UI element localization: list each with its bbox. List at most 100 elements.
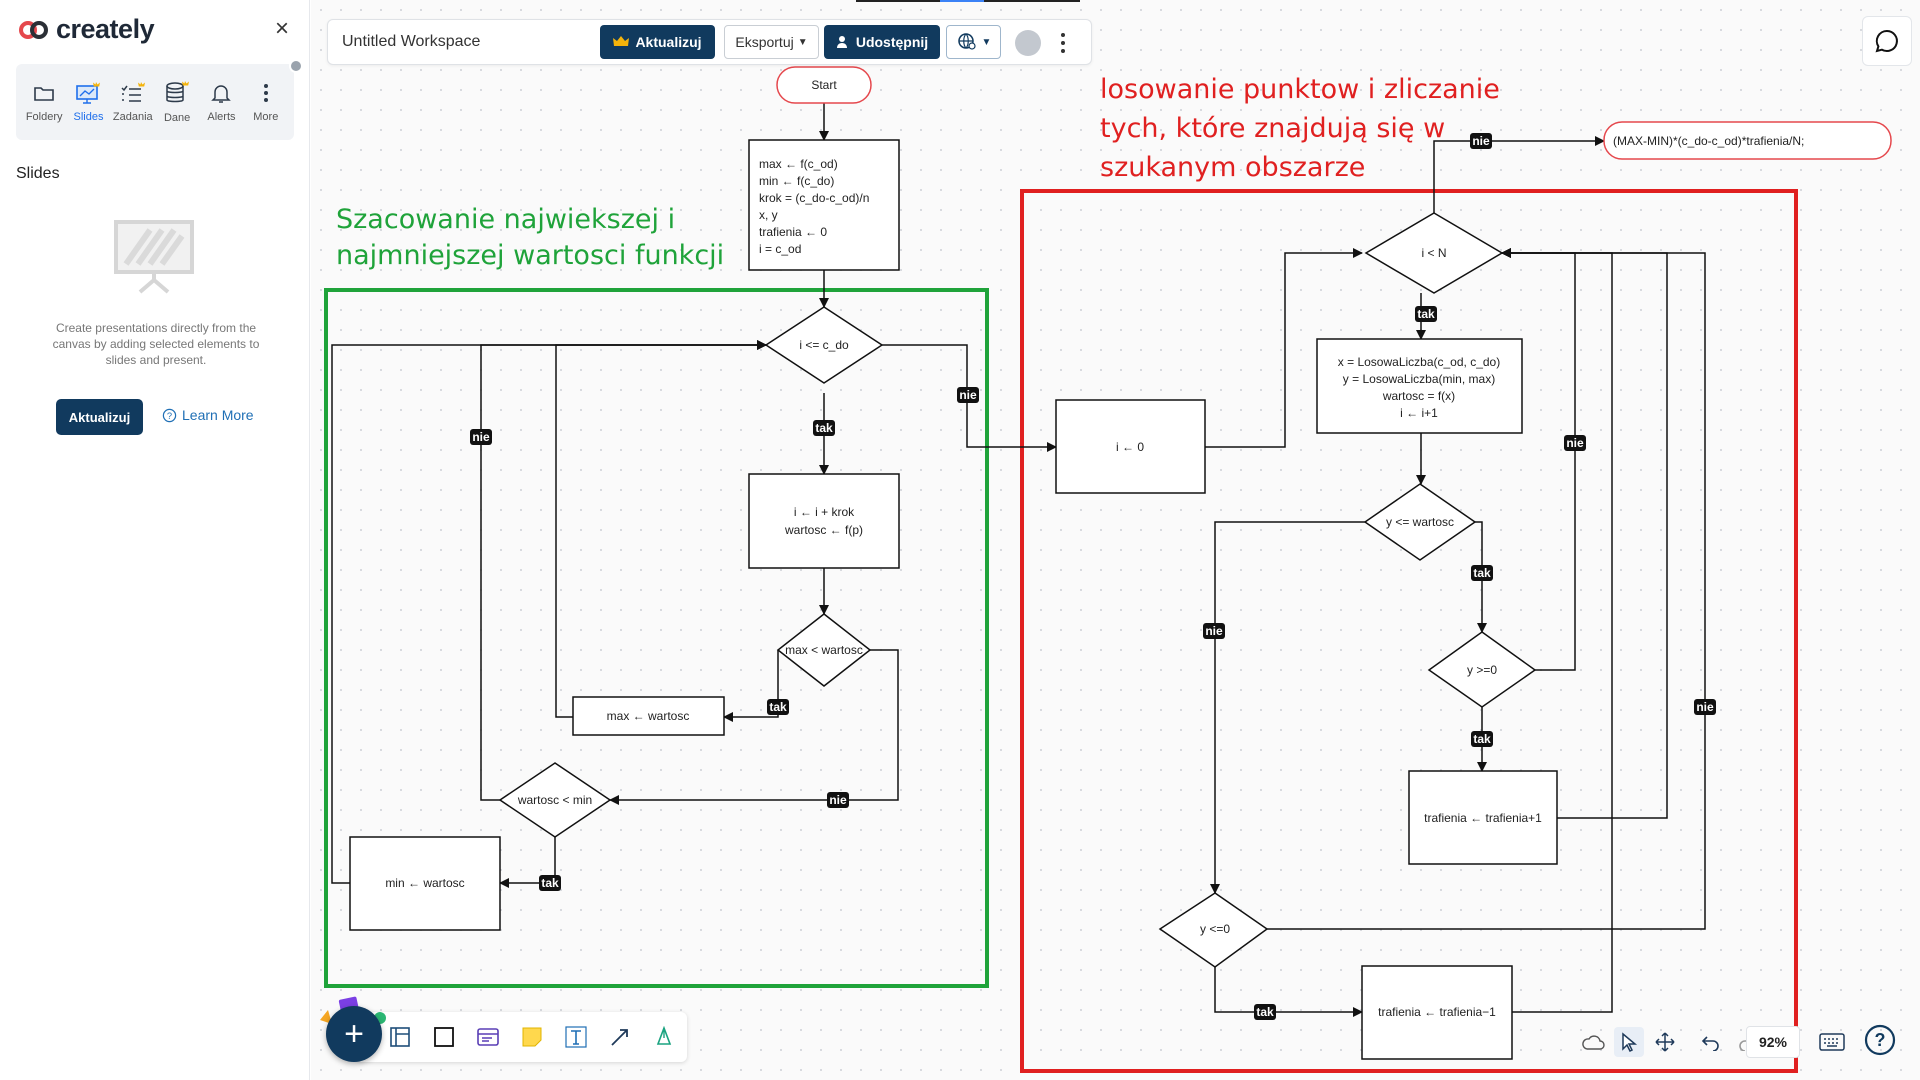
min-decision[interactable]: wartosc < min [498, 762, 612, 838]
user-avatar[interactable] [1015, 30, 1041, 56]
export-button[interactable]: Eksportuj ▼ [724, 25, 819, 59]
upgrade-button[interactable]: Aktualizuj [600, 25, 715, 59]
init-line: min ← f(c_do) [759, 174, 834, 188]
share-label: Udostępnij [855, 34, 929, 50]
undo-button[interactable] [1696, 1027, 1726, 1057]
loop-decision-label: i <= c_do [799, 338, 849, 352]
green-annotation-line-2: najmniejszej wartosci funkcji [336, 240, 724, 271]
export-label: Eksportuj [735, 34, 794, 50]
pen-tool[interactable] [649, 1022, 679, 1052]
svg-text:nie: nie [1472, 134, 1490, 148]
svg-text:tak: tak [769, 700, 787, 714]
label-nie-outer: nie [1470, 133, 1492, 149]
init-line: trafienia ← 0 [759, 225, 827, 239]
shape-toolbar [355, 1012, 687, 1062]
label-nie-loop: nie [957, 387, 979, 403]
result-label: (MAX-MIN)*(c_do-c_od)*trafienia/N; [1613, 134, 1804, 148]
pointer-icon [1622, 1032, 1638, 1052]
outer-decision[interactable]: i < N [1364, 212, 1504, 294]
start-terminal[interactable]: Start [776, 66, 872, 104]
init-process-box[interactable]: max ← f(c_od) min ← f(c_do) krok = (c_do… [748, 139, 900, 271]
label-tak-yge0: tak [1471, 731, 1493, 747]
init-line: max ← f(c_od) [759, 157, 838, 171]
increment-box[interactable]: trafienia ← trafienia+1 [1408, 770, 1558, 865]
template-tool[interactable] [385, 1022, 415, 1052]
init-line: i = c_od [759, 242, 801, 256]
label-nie-yge0: nie [1564, 435, 1586, 451]
keyboard-icon [1819, 1033, 1845, 1051]
crown-icon [613, 36, 630, 46]
y-le-wartosc-label: y <= wartosc [1386, 515, 1454, 529]
outer-decision-label: i < N [1421, 246, 1446, 260]
y-ge-0-label: y >=0 [1467, 663, 1497, 677]
red-annotation-line-2: tych, które znajdują się w [1100, 113, 1445, 144]
y-le-wartosc-decision[interactable]: y <= wartosc [1363, 483, 1477, 561]
rectangle-tool[interactable] [429, 1022, 459, 1052]
label-nie-yle0: nie [1694, 699, 1716, 715]
comments-button[interactable] [1862, 16, 1912, 66]
decrement-label: trafienia ← trafienia−1 [1378, 1005, 1496, 1019]
random-process-box[interactable]: x = LosowaLiczba(c_od, c_do) y = LosowaL… [1316, 338, 1523, 434]
share-button[interactable]: Udostępnij [824, 25, 940, 59]
pan-tool-button[interactable] [1650, 1027, 1680, 1057]
card-tool[interactable] [473, 1022, 503, 1052]
max-assign-label: max ← wartosc [607, 709, 690, 723]
red-annotation-line-1: losowanie punktow i zliczanie [1100, 74, 1500, 105]
step-process-box[interactable]: i ← i + krok wartosc ← f(p) [748, 473, 900, 569]
green-annotation-line-1: Szacowanie najwiekszej i [336, 204, 675, 235]
label-tak-outer: tak [1415, 306, 1437, 322]
help-icon: ? [1864, 1024, 1896, 1056]
text-icon [565, 1026, 587, 1048]
add-shape-button[interactable]: + [326, 1006, 382, 1062]
select-tool-button[interactable] [1614, 1027, 1644, 1057]
step-line: i ← i + krok [794, 505, 855, 519]
keyboard-shortcuts-button[interactable] [1815, 1026, 1849, 1058]
y-ge-0-decision[interactable]: y >=0 [1427, 631, 1537, 708]
sticky-note-tool[interactable] [517, 1022, 547, 1052]
globe-user-icon [957, 33, 976, 50]
result-terminal[interactable]: (MAX-MIN)*(c_do-c_od)*trafienia/N; [1603, 121, 1892, 160]
random-line: i ← i+1 [1400, 406, 1438, 420]
svg-text:tak: tak [815, 421, 833, 435]
zoom-level[interactable]: 92% [1746, 1026, 1800, 1058]
workspace-title[interactable]: Untitled Workspace [342, 33, 480, 51]
plus-icon: + [344, 1014, 364, 1053]
max-assign-box[interactable]: max ← wartosc [572, 696, 725, 736]
svg-text:tak: tak [1473, 732, 1491, 746]
step-line: wartosc ← f(p) [784, 523, 863, 537]
min-assign-box[interactable]: min ← wartosc [349, 836, 501, 931]
max-decision-label: max < wartosc [785, 643, 863, 657]
comment-icon [1875, 29, 1898, 53]
caret-down-icon: ▼ [981, 36, 992, 48]
init-line: x, y [759, 208, 778, 222]
text-tool[interactable] [561, 1022, 591, 1052]
y-le-0-decision[interactable]: y <=0 [1158, 892, 1269, 968]
loop-decision[interactable]: i <= c_do [764, 306, 884, 384]
min-decision-label: wartosc < min [517, 793, 592, 807]
user-plus-icon [836, 36, 847, 48]
svg-text:nie: nie [829, 793, 847, 807]
cloud-sync-button[interactable] [1578, 1027, 1608, 1057]
cloud-icon [1582, 1035, 1605, 1050]
undo-icon [1701, 1036, 1719, 1051]
pen-icon [656, 1026, 672, 1045]
svg-text:nie: nie [1205, 624, 1223, 638]
start-label: Start [811, 78, 837, 92]
max-decision[interactable]: max < wartosc [776, 613, 872, 687]
bottom-right-toolbar [1578, 1022, 1762, 1062]
connector-tool[interactable] [605, 1022, 635, 1052]
decrement-box[interactable]: trafienia ← trafienia−1 [1361, 965, 1513, 1060]
card-icon [477, 1028, 499, 1046]
collaboration-button[interactable]: ▼ [946, 25, 1001, 59]
label-nie-ylew: nie [1203, 623, 1225, 639]
svg-text:nie: nie [1696, 700, 1714, 714]
increment-label: trafienia ← trafienia+1 [1424, 811, 1542, 825]
app-root: creately × Foldery Slides Zadania Dane A… [0, 0, 1920, 1080]
label-tak-max: tak [767, 699, 789, 715]
svg-text:?: ? [1875, 1030, 1886, 1050]
template-icon [390, 1027, 410, 1047]
help-button[interactable]: ? [1862, 1022, 1898, 1058]
topbar-more-icon[interactable] [1055, 28, 1071, 58]
rectangle-icon [434, 1027, 454, 1047]
i-reset-box[interactable]: i ← 0 [1055, 399, 1206, 494]
